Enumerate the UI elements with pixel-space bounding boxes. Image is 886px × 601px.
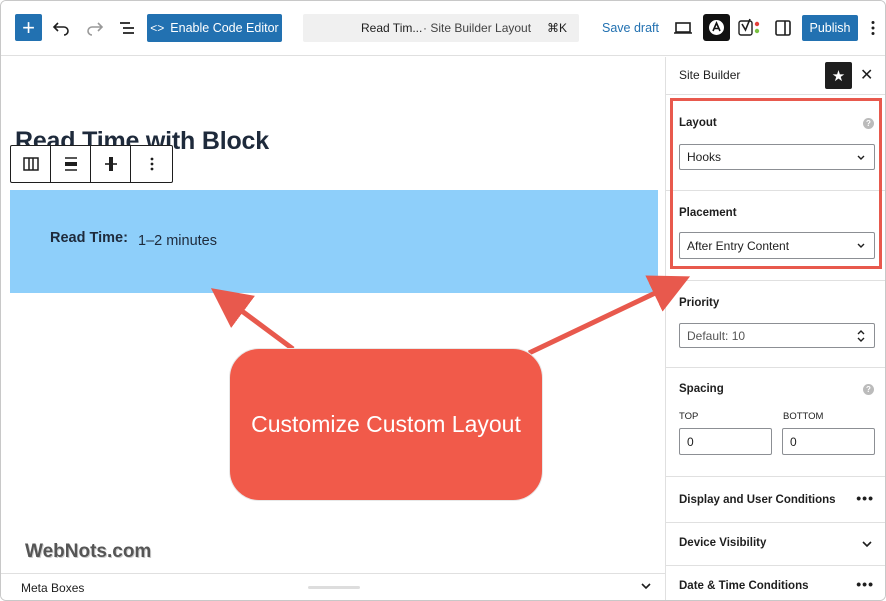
justify-button[interactable]	[51, 146, 91, 182]
layout-section: Layout ? Hooks	[666, 95, 885, 191]
spacing-top-value: 0	[687, 434, 694, 449]
priority-select[interactable]: Default: 10	[679, 323, 875, 348]
document-title: Read Tim...	[361, 21, 423, 35]
redo-button[interactable]	[83, 16, 107, 40]
settings-sidebar-toggle[interactable]	[771, 16, 795, 40]
watermark-logo: WebNots.com	[25, 541, 152, 562]
meta-boxes-bar[interactable]: Meta Boxes	[1, 573, 665, 600]
shortcut-hint: ⌘K	[546, 21, 567, 35]
date-time-conditions-panel[interactable]: Date & Time Conditions •••	[666, 566, 885, 600]
chevron-down-icon	[857, 155, 865, 160]
meta-boxes-label: Meta Boxes	[21, 581, 85, 595]
callout-text: Customize Custom Layout	[251, 411, 521, 437]
undo-icon	[52, 22, 69, 36]
priority-section: Priority Default: 10	[666, 281, 885, 368]
placement-section: Placement After Entry Content	[666, 191, 885, 281]
device-visibility-label: Device Visibility	[679, 537, 767, 549]
align-justify-icon	[64, 157, 77, 171]
chevron-down-icon	[862, 541, 872, 548]
astra-settings-button[interactable]	[703, 14, 730, 41]
display-conditions-label: Display and User Conditions	[679, 494, 836, 506]
placement-value: After Entry Content	[687, 238, 790, 253]
help-icon[interactable]: ?	[863, 384, 874, 395]
more-horizontal-icon[interactable]: •••	[856, 576, 874, 592]
read-time-value: 1–2 minutes	[138, 233, 217, 249]
chevron-down-icon	[641, 583, 651, 590]
top-toolbar: + <> Enable Code Editor Read Tim... · Si…	[1, 1, 885, 56]
list-view-icon	[120, 22, 134, 34]
pin-favorite-button[interactable]: ★	[825, 62, 852, 89]
command-palette-bar[interactable]: Read Tim... · Site Builder Layout ⌘K	[303, 14, 579, 42]
code-icon: <>	[150, 21, 165, 35]
preview-button[interactable]	[671, 16, 695, 40]
document-type: · Site Builder Layout	[423, 21, 532, 35]
publish-button[interactable]: Publish	[802, 15, 858, 41]
bottom-label: BOTTOM	[783, 411, 824, 422]
up-down-arrows-icon	[857, 330, 865, 342]
align-center-icon	[104, 157, 117, 171]
publish-label: Publish	[809, 21, 851, 35]
add-block-button[interactable]: +	[15, 14, 42, 41]
undo-button[interactable]	[49, 16, 73, 40]
spacing-top-input[interactable]: 0	[679, 428, 772, 455]
enable-code-editor-button[interactable]: <> Enable Code Editor	[147, 14, 282, 42]
top-label: TOP	[679, 411, 699, 422]
spacing-bottom-input[interactable]: 0	[782, 428, 875, 455]
block-toolbar	[10, 145, 173, 183]
spacing-section: Spacing ? TOP BOTTOM 0 0	[666, 368, 885, 477]
layout-select[interactable]: Hooks	[679, 144, 875, 170]
yoast-seo-button[interactable]	[737, 16, 763, 40]
document-overview-button[interactable]	[115, 16, 139, 40]
yoast-icon	[738, 18, 760, 36]
priority-value: Default: 10	[687, 328, 746, 343]
columns-icon	[22, 157, 39, 171]
close-sidebar-button[interactable]: ✕	[860, 65, 873, 85]
callout-bubble: Customize Custom Layout	[229, 348, 543, 501]
editor-window: + <> Enable Code Editor Read Tim... · Si…	[0, 0, 886, 601]
sidebar-title: Site Builder	[679, 68, 741, 82]
layout-value: Hooks	[687, 150, 722, 164]
spacing-bottom-value: 0	[790, 434, 797, 449]
placement-label: Placement	[679, 207, 737, 219]
date-time-label: Date & Time Conditions	[679, 580, 809, 592]
resize-handle[interactable]	[308, 586, 360, 589]
more-vertical-icon	[150, 157, 153, 171]
help-icon[interactable]: ?	[863, 118, 874, 129]
code-editor-label: Enable Code Editor	[170, 21, 279, 35]
read-time-label: Read Time:	[50, 230, 128, 246]
redo-icon	[87, 22, 104, 36]
sidebar-header: Site Builder ★ ✕	[666, 57, 885, 95]
astra-logo-icon	[709, 20, 724, 35]
plus-icon: +	[22, 14, 35, 40]
read-time-block[interactable]: Read Time: 1–2 minutes	[10, 190, 658, 293]
spacing-label: Spacing	[679, 383, 724, 395]
vertical-align-button[interactable]	[91, 146, 131, 182]
block-options-button[interactable]	[131, 146, 172, 182]
device-visibility-panel[interactable]: Device Visibility	[666, 523, 885, 566]
priority-label: Priority	[679, 297, 720, 309]
options-menu-button[interactable]	[865, 16, 881, 40]
laptop-icon	[674, 22, 692, 34]
star-icon: ★	[831, 67, 846, 85]
placement-select[interactable]: After Entry Content	[679, 232, 875, 259]
close-icon: ✕	[860, 67, 874, 84]
more-horizontal-icon[interactable]: •••	[856, 490, 874, 506]
layout-label: Layout	[679, 117, 717, 129]
display-conditions-panel[interactable]: Display and User Conditions •••	[666, 480, 885, 523]
settings-sidebar: Site Builder ★ ✕ Layout ? Hooks Placemen…	[665, 57, 885, 600]
sidebar-icon	[775, 20, 791, 36]
block-type-button[interactable]	[11, 146, 51, 182]
save-draft-button[interactable]: Save draft	[602, 21, 659, 35]
chevron-down-icon	[857, 243, 865, 248]
more-vertical-icon	[871, 21, 875, 35]
